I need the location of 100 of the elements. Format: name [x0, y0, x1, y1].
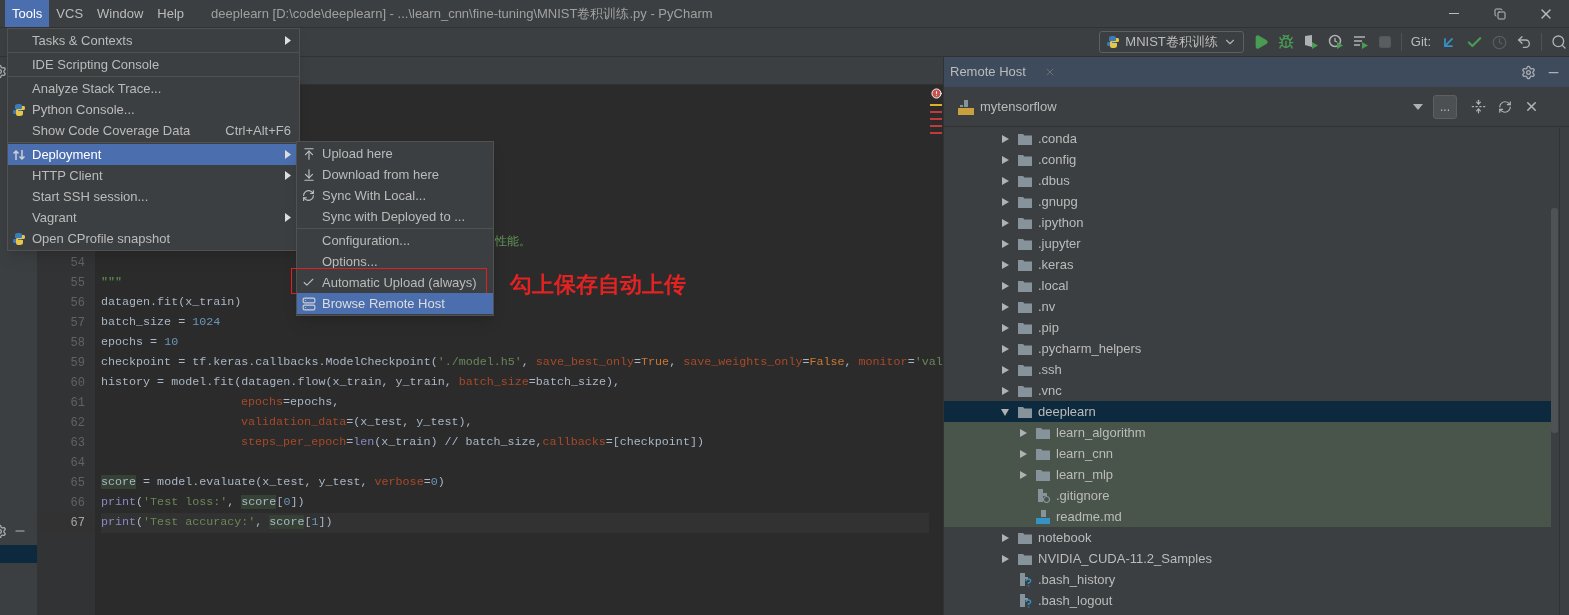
- tree-item[interactable]: .keras: [944, 254, 1551, 275]
- server-selector[interactable]: mytensorflow: [958, 96, 1433, 117]
- code-line: 性能。: [495, 234, 531, 252]
- collapsed-arrow-icon[interactable]: [1000, 217, 1010, 228]
- tree-item[interactable]: NVIDIA_CUDA-11.2_Samples: [944, 548, 1551, 569]
- menu-item[interactable]: Analyze Stack Trace...: [8, 78, 299, 99]
- collapsed-arrow-icon[interactable]: [1018, 448, 1028, 459]
- tree-item[interactable]: .bash_logout: [944, 590, 1551, 611]
- run-list-icon[interactable]: [1352, 34, 1369, 50]
- menu-item[interactable]: Options...: [297, 251, 493, 272]
- shortcut-label: Ctrl+Alt+F6: [225, 121, 291, 140]
- tree-item[interactable]: .nv: [944, 296, 1551, 317]
- collapsed-arrow-icon[interactable]: [1000, 154, 1010, 165]
- menu[interactable]: Window: [90, 0, 151, 27]
- check-icon: [302, 276, 315, 289]
- selected-row: [0, 545, 37, 563]
- menu-item[interactable]: Tasks & Contexts: [8, 30, 299, 51]
- panel-tab[interactable]: Remote Host: [950, 62, 1056, 82]
- expanded-arrow-icon[interactable]: [1000, 406, 1010, 417]
- menu-item[interactable]: Deployment: [8, 144, 299, 165]
- tree-item[interactable]: .vnc: [944, 380, 1551, 401]
- coverage-icon[interactable]: [1302, 34, 1319, 50]
- tree-item[interactable]: .pip: [944, 317, 1551, 338]
- menu[interactable]: VCS: [49, 0, 91, 27]
- tree-item[interactable]: deeplearn: [944, 401, 1551, 422]
- menu-item[interactable]: IDE Scripting Console: [8, 54, 299, 75]
- submenu-arrow-icon: [285, 171, 291, 180]
- upload-icon: [302, 146, 316, 161]
- menu[interactable]: Help: [150, 0, 192, 27]
- collapsed-arrow-icon[interactable]: [1018, 427, 1028, 438]
- caret-icon: [1413, 102, 1423, 111]
- error-icon[interactable]: [930, 88, 942, 99]
- menu-item[interactable]: Sync with Deployed to ...: [297, 206, 493, 227]
- collapsed-arrow-icon[interactable]: [1000, 532, 1010, 543]
- collapsed-arrow-icon[interactable]: [1000, 280, 1010, 291]
- tree-item[interactable]: .local: [944, 275, 1551, 296]
- menu-item[interactable]: Vagrant: [8, 207, 299, 228]
- tree-item[interactable]: notebook: [944, 527, 1551, 548]
- folder-icon: [1018, 237, 1032, 250]
- tree-item-label: .ipython: [1038, 213, 1084, 232]
- debug-icon[interactable]: [1277, 34, 1294, 50]
- collapse-all-icon[interactable]: [1471, 99, 1486, 114]
- folder-icon: [1018, 342, 1032, 355]
- code-line: history = model.fit(datagen.flow(x_train, y_train, batch_size=batch_size),: [101, 374, 621, 392]
- tree-item[interactable]: .pycharm_helpers: [944, 338, 1551, 359]
- menu-item[interactable]: Download from here: [297, 164, 493, 185]
- tree-item[interactable]: .gnupg: [944, 191, 1551, 212]
- tree-item[interactable]: .gitignore: [944, 485, 1551, 506]
- menu-item[interactable]: Show Code Coverage Data Ctrl+Alt+F6: [8, 120, 299, 141]
- menu-item[interactable]: Python Console...: [8, 99, 299, 120]
- menu-item[interactable]: Browse Remote Host: [297, 293, 493, 314]
- collapsed-arrow-icon[interactable]: [1000, 301, 1010, 312]
- tree-item[interactable]: .jupyter: [944, 233, 1551, 254]
- sync-icon: [302, 189, 315, 202]
- settings-icon[interactable]: [1521, 64, 1536, 80]
- menu-item[interactable]: Upload here: [297, 143, 493, 164]
- submenu-arrow-icon: [285, 150, 291, 159]
- collapsed-arrow-icon[interactable]: [1000, 196, 1010, 207]
- close-icon[interactable]: [1524, 99, 1539, 114]
- search-icon[interactable]: [1551, 34, 1567, 50]
- collapsed-arrow-icon[interactable]: [1018, 469, 1028, 480]
- tree-item[interactable]: .dbus: [944, 170, 1551, 191]
- code-line: epochs=epochs,: [241, 394, 340, 412]
- collapsed-arrow-icon[interactable]: [1000, 133, 1010, 144]
- up-down-arrows-icon: [12, 147, 26, 162]
- tree-item[interactable]: .bash_history: [944, 569, 1551, 590]
- tree-item-label: NVIDIA_CUDA-11.2_Samples: [1038, 549, 1212, 568]
- folder-icon: [1018, 363, 1032, 376]
- collapsed-arrow-icon[interactable]: [1000, 343, 1010, 354]
- collapsed-arrow-icon[interactable]: [1000, 385, 1010, 396]
- menu[interactable]: Tools: [5, 0, 50, 27]
- tree-item[interactable]: readme.md: [944, 506, 1551, 527]
- minimize-icon: [1449, 13, 1459, 14]
- collapsed-arrow-icon[interactable]: [1000, 364, 1010, 375]
- collapsed-arrow-icon[interactable]: [1000, 175, 1010, 186]
- collapsed-arrow-icon[interactable]: [1000, 259, 1010, 270]
- more-button[interactable]: ...: [1433, 94, 1457, 119]
- rollback-icon[interactable]: [1516, 34, 1532, 50]
- tree-item[interactable]: .conda: [944, 128, 1551, 149]
- window-title: deeplearn [D:\code\deeplearn] - ...\learn_cnn\fine-tuning\MNIST卷积训练.py - PyCharm: [211, 4, 713, 23]
- profile-icon[interactable]: [1327, 34, 1344, 50]
- python-profile-icon: [12, 231, 26, 246]
- collapsed-arrow-icon[interactable]: [1000, 322, 1010, 333]
- tree-item[interactable]: .ssh: [944, 359, 1551, 380]
- tree-item[interactable]: learn_mlp: [944, 464, 1551, 485]
- refresh-icon[interactable]: [1498, 99, 1512, 114]
- menu-item[interactable]: Open CProfile snapshot: [8, 228, 299, 249]
- menu-item[interactable]: Sync With Local...: [297, 185, 493, 206]
- menu-item[interactable]: HTTP Client: [8, 165, 299, 186]
- tree-item[interactable]: learn_cnn: [944, 443, 1551, 464]
- run-config-dropdown[interactable]: MNIST卷积训练: [1099, 31, 1244, 53]
- tree-item[interactable]: .ipython: [944, 212, 1551, 233]
- collapsed-arrow-icon[interactable]: [1000, 553, 1010, 564]
- tree-item-label: .local: [1038, 276, 1069, 295]
- scrollbar-thumb[interactable]: [1551, 208, 1558, 433]
- menu-item[interactable]: Configuration...: [297, 230, 493, 251]
- tree-item[interactable]: .config: [944, 149, 1551, 170]
- menu-item[interactable]: Start SSH session...: [8, 186, 299, 207]
- collapsed-arrow-icon[interactable]: [1000, 238, 1010, 249]
- tree-item[interactable]: learn_algorithm: [944, 422, 1551, 443]
